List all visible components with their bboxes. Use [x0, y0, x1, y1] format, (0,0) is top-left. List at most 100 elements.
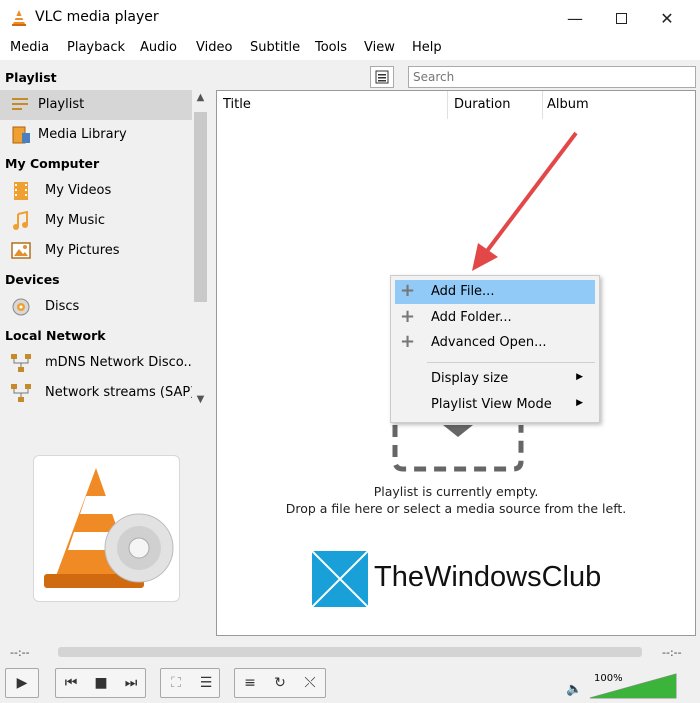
display-size-menu-item[interactable]: Display size ▶	[395, 367, 595, 391]
sidebar-item-label: Media Library	[38, 127, 127, 142]
playlist-group: ≡ ↻ ⤬	[234, 668, 326, 698]
column-title[interactable]: Title	[223, 97, 251, 112]
column-album[interactable]: Album	[547, 97, 589, 112]
time-total: --:--	[662, 646, 682, 659]
plus-icon: +	[400, 306, 416, 327]
close-icon: ✕	[660, 8, 674, 28]
loop-icon[interactable]: ↻	[265, 669, 295, 697]
network-icon	[11, 384, 31, 402]
menu-tools[interactable]: Tools	[315, 40, 347, 55]
maximize-button[interactable]	[598, 0, 644, 36]
sidebar-item-playlist[interactable]: Playlist	[0, 90, 192, 120]
list-icon	[375, 70, 389, 84]
menu-media[interactable]: Media	[10, 40, 49, 55]
sidebar-scrollbar[interactable]: ▲ ▼	[192, 90, 209, 416]
playlist-view-mode-menu-item[interactable]: Playlist View Mode ▶	[395, 393, 595, 417]
title-bar: VLC media player — ✕	[0, 0, 700, 36]
advanced-open-menu-item[interactable]: + Advanced Open...	[395, 331, 595, 355]
chevron-up-icon[interactable]: ▲	[192, 92, 209, 108]
menu-item-label: Advanced Open...	[431, 335, 547, 350]
chevron-right-icon: ▶	[576, 398, 583, 408]
minimize-icon: —	[567, 8, 583, 28]
empty-message-line1: Playlist is currently empty.	[373, 484, 539, 499]
equalizer-icon[interactable]: ☰	[191, 669, 221, 697]
sidebar-item-label: Discs	[45, 299, 80, 314]
close-button[interactable]: ✕	[644, 0, 690, 36]
add-folder-menu-item[interactable]: + Add Folder...	[395, 306, 595, 330]
playlist-toggle-icon[interactable]: ≡	[235, 669, 265, 697]
sidebar-item-label: Network streams (SAP)	[45, 385, 196, 400]
sidebar-item-label: My Pictures	[45, 243, 120, 258]
windows-club-logo-icon	[312, 551, 368, 607]
sidebar-header-local-network: Local Network	[5, 328, 106, 343]
view-group: ⛶ ☰	[160, 668, 220, 698]
transport-group: ⏮ ■ ⏭	[55, 668, 146, 698]
search-input[interactable]	[408, 66, 696, 88]
sidebar-item-label: mDNS Network Disco...	[45, 355, 196, 370]
sidebar-item-label: My Music	[45, 213, 106, 228]
sidebar-item-media-library[interactable]: Media Library	[0, 120, 192, 150]
playlist-view-button[interactable]	[370, 66, 394, 88]
music-note-icon	[13, 211, 28, 230]
column-duration[interactable]: Duration	[454, 97, 510, 112]
chevron-right-icon: ▶	[576, 372, 583, 382]
menu-item-label: Playlist View Mode	[431, 397, 552, 412]
previous-icon[interactable]: ⏮	[56, 669, 86, 697]
empty-message-line2: Drop a file here or select a media sourc…	[285, 501, 627, 516]
menu-playback[interactable]: Playback	[67, 40, 125, 55]
minimize-button[interactable]: —	[552, 0, 598, 36]
shuffle-icon[interactable]: ⤬	[295, 669, 325, 697]
menu-audio[interactable]: Audio	[140, 40, 177, 55]
window-title: VLC media player	[35, 9, 159, 25]
media-library-icon	[12, 126, 30, 144]
picture-icon	[11, 242, 31, 259]
volume-slider[interactable]	[588, 672, 678, 700]
menu-view[interactable]: View	[364, 40, 395, 55]
add-file-menu-item[interactable]: + Add File...	[395, 280, 595, 304]
menu-bar: Media Playback Audio Video Subtitle Tool…	[0, 36, 700, 60]
stop-icon[interactable]: ■	[86, 669, 116, 697]
sidebar: Playlist Playlist Media Library My Compu…	[0, 64, 210, 416]
sidebar-item-my-videos[interactable]: My Videos	[0, 176, 192, 206]
sidebar-item-network-streams[interactable]: Network streams (SAP)	[0, 378, 196, 408]
next-icon[interactable]: ⏭	[116, 669, 146, 697]
network-icon	[11, 354, 31, 372]
menu-item-label: Display size	[431, 371, 509, 386]
sidebar-header-my-computer: My Computer	[5, 156, 100, 171]
fullscreen-icon[interactable]: ⛶	[161, 669, 191, 697]
chevron-down-icon[interactable]: ▼	[192, 394, 209, 410]
sidebar-header-playlist: Playlist	[5, 70, 57, 85]
maximize-icon	[615, 12, 627, 24]
menu-item-label: Add Folder...	[431, 310, 512, 325]
sidebar-header-devices: Devices	[5, 272, 60, 287]
vlc-cone-art-icon	[44, 468, 174, 588]
seek-slider[interactable]	[58, 647, 642, 657]
column-divider[interactable]	[447, 91, 448, 119]
sidebar-item-discs[interactable]: Discs	[0, 292, 192, 322]
menu-help[interactable]: Help	[412, 40, 442, 55]
speaker-icon[interactable]: 🔈	[566, 682, 582, 697]
arrow-annotation-icon	[472, 131, 578, 271]
plus-icon: +	[400, 331, 416, 352]
menu-subtitle[interactable]: Subtitle	[250, 40, 300, 55]
sidebar-item-my-pictures[interactable]: My Pictures	[0, 236, 192, 266]
sidebar-item-my-music[interactable]: My Music	[0, 206, 192, 236]
play-button[interactable]: ▶	[5, 668, 39, 698]
playlist-icon	[12, 98, 28, 110]
vlc-cone-icon	[12, 10, 26, 26]
menu-separator	[427, 362, 595, 363]
sidebar-item-mdns[interactable]: mDNS Network Disco...	[0, 348, 196, 378]
menu-video[interactable]: Video	[196, 40, 232, 55]
column-divider[interactable]	[542, 91, 543, 119]
play-icon: ▶	[16, 675, 28, 691]
control-bar: --:-- --:-- ▶ ⏮ ■ ⏭ ⛶ ☰ ≡ ↻ ⤬ 🔈 100%	[0, 638, 700, 703]
scrollbar-thumb[interactable]	[194, 112, 207, 302]
plus-icon: +	[400, 280, 416, 301]
context-menu: + Add File... + Add Folder... + Advanced…	[390, 275, 600, 423]
album-art	[33, 455, 180, 602]
sidebar-item-label: My Videos	[45, 183, 112, 198]
watermark-text: TheWindowsClub	[374, 561, 602, 593]
sidebar-item-label: Playlist	[38, 97, 85, 112]
menu-item-label: Add File...	[431, 284, 495, 299]
time-elapsed: --:--	[10, 646, 30, 659]
